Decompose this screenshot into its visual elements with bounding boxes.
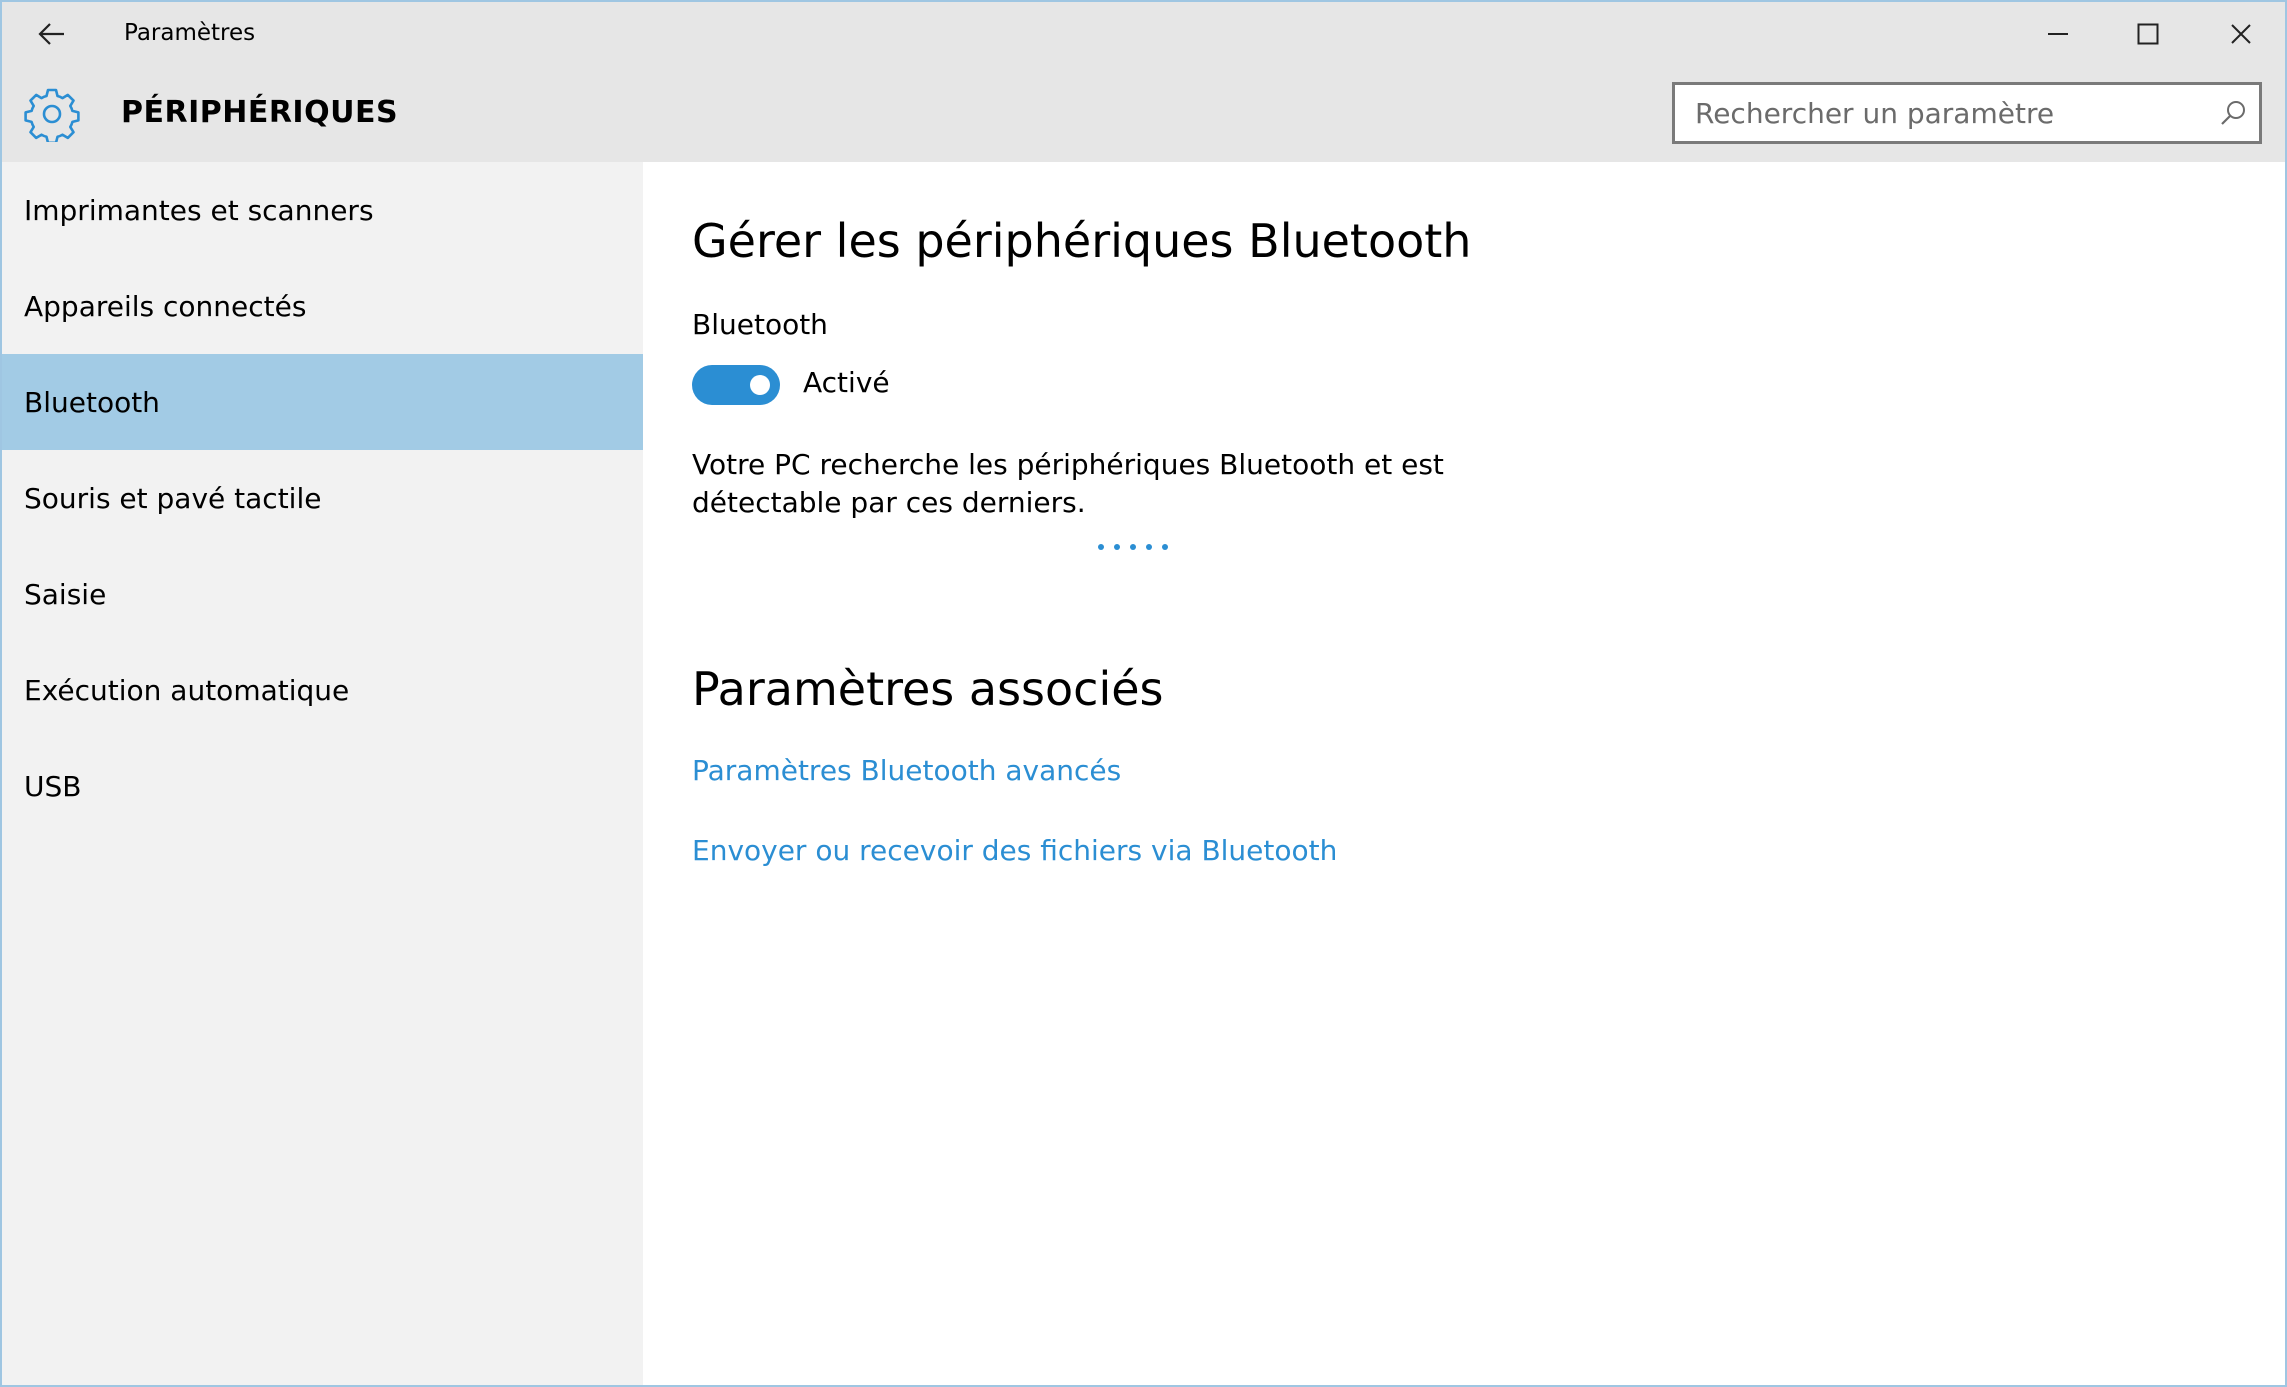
title-bar: Paramètres xyxy=(2,2,2285,66)
sidebar-item-typing[interactable]: Saisie xyxy=(2,546,643,642)
maximize-button[interactable] xyxy=(2102,2,2194,66)
sidebar-item-bluetooth[interactable]: Bluetooth xyxy=(2,354,643,450)
progress-dots-icon xyxy=(1098,544,1168,550)
sidebar-item-label: Bluetooth xyxy=(24,385,160,419)
main-content: Gérer les périphériques Bluetooth Blueto… xyxy=(643,162,2285,1385)
bluetooth-toggle[interactable] xyxy=(692,365,780,405)
sidebar-item-label: USB xyxy=(24,769,82,803)
search-box[interactable] xyxy=(1672,82,2262,144)
sidebar-item-connected-devices[interactable]: Appareils connectés xyxy=(2,258,643,354)
close-button[interactable] xyxy=(2195,2,2285,66)
discovery-description: Votre PC recherche les périphériques Blu… xyxy=(692,448,1444,519)
gear-icon xyxy=(24,88,80,142)
sidebar: Imprimantes et scanners Appareils connec… xyxy=(2,162,643,1385)
minimize-icon xyxy=(2048,33,2068,35)
close-icon xyxy=(2231,24,2251,44)
toggle-state-label: Activé xyxy=(803,366,890,399)
sidebar-item-autoplay[interactable]: Exécution automatique xyxy=(2,642,643,738)
window-title: Paramètres xyxy=(124,20,256,46)
toggle-knob xyxy=(750,375,770,395)
search-input[interactable] xyxy=(1675,85,2215,141)
sidebar-item-label: Imprimantes et scanners xyxy=(24,193,374,227)
back-button[interactable] xyxy=(24,10,80,58)
sidebar-item-label: Souris et pavé tactile xyxy=(24,481,322,515)
advanced-bluetooth-settings-link[interactable]: Paramètres Bluetooth avancés xyxy=(692,754,1121,787)
sidebar-item-usb[interactable]: USB xyxy=(2,738,643,834)
settings-window: Paramètres PÉRIPHÉRIQUES Rechercher un p… xyxy=(0,0,2287,1387)
search-icon[interactable] xyxy=(2219,99,2247,127)
minimize-button[interactable] xyxy=(2012,2,2104,66)
back-arrow-icon xyxy=(38,23,64,45)
sidebar-item-label: Exécution automatique xyxy=(24,673,350,707)
send-receive-files-link[interactable]: Envoyer ou recevoir des fichiers via Blu… xyxy=(692,834,1337,867)
bluetooth-toggle-label: Bluetooth xyxy=(692,308,828,341)
page-title: Gérer les périphériques Bluetooth xyxy=(692,214,1472,268)
sidebar-item-label: Saisie xyxy=(24,577,107,611)
maximize-icon xyxy=(2137,23,2159,45)
sidebar-item-label: Appareils connectés xyxy=(24,289,307,323)
header-bar: PÉRIPHÉRIQUES xyxy=(2,66,2285,162)
sidebar-item-mouse-touchpad[interactable]: Souris et pavé tactile xyxy=(2,450,643,546)
sidebar-item-printers[interactable]: Imprimantes et scanners xyxy=(2,162,643,258)
related-settings-title: Paramètres associés xyxy=(692,662,1164,716)
page-category-title: PÉRIPHÉRIQUES xyxy=(121,95,399,130)
